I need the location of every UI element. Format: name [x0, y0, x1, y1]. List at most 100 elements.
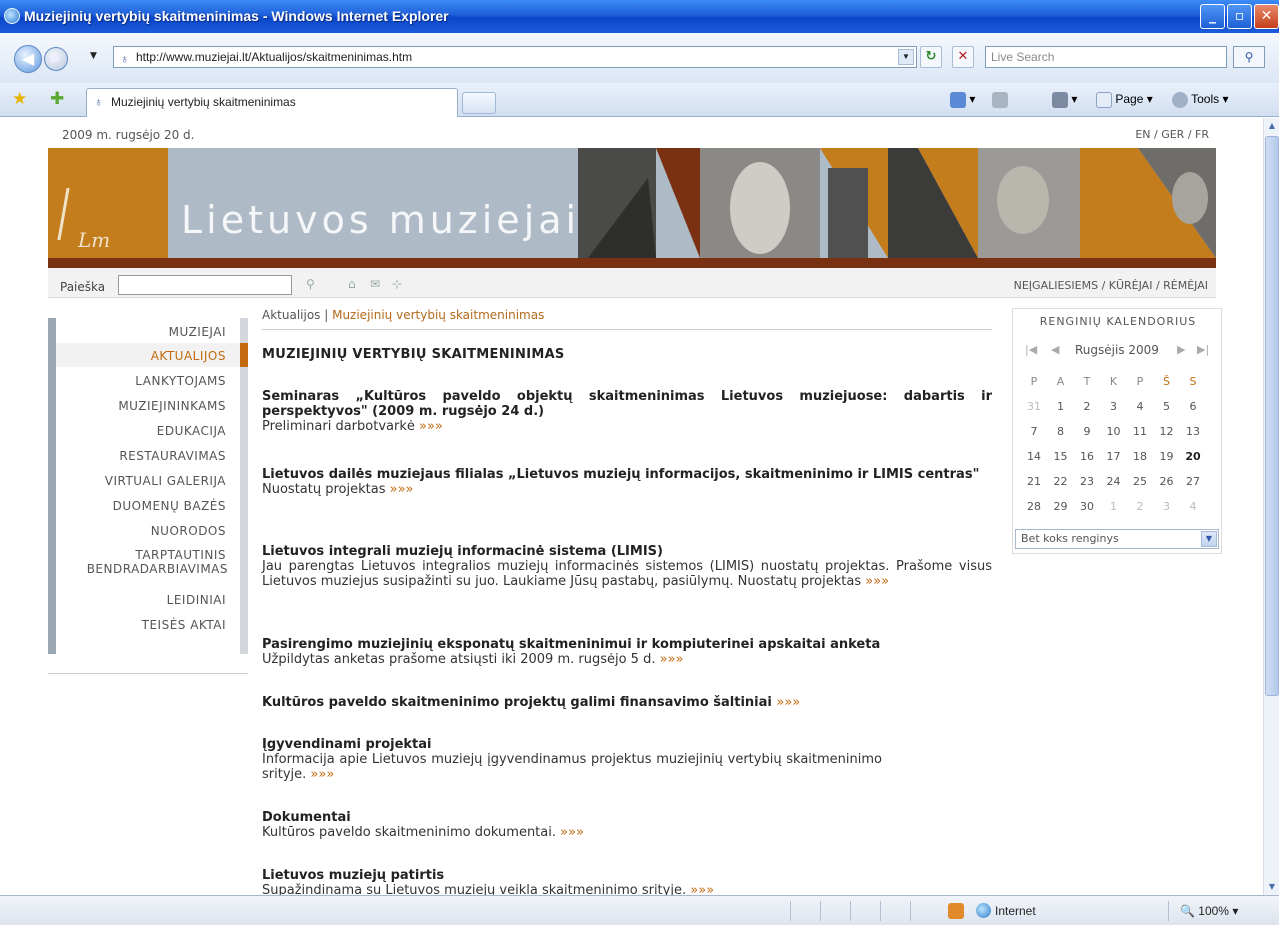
calendar-prev-icon[interactable]: ◀: [1051, 343, 1059, 356]
sidebar-item-duomenu-bazes[interactable]: DUOMENŲ BAZĖS: [113, 499, 226, 513]
calendar-day[interactable]: 3: [1154, 496, 1180, 518]
calendar-day[interactable]: 31: [1021, 396, 1047, 418]
more-link[interactable]: »»»: [310, 767, 334, 782]
calendar-day[interactable]: 23: [1074, 471, 1100, 493]
chevron-down-icon[interactable]: ▼: [1201, 531, 1217, 547]
calendar-day[interactable]: 4: [1180, 496, 1206, 518]
sidebar-item-muziejai[interactable]: MUZIEJAI: [169, 325, 226, 339]
calendar-day[interactable]: 20: [1180, 446, 1206, 468]
sidebar-item-muziejininkams[interactable]: MUZIEJININKAMS: [118, 399, 226, 413]
live-search-input[interactable]: Live Search: [985, 46, 1227, 68]
calendar-day[interactable]: 2: [1074, 396, 1100, 418]
sidebar-item-edukacija[interactable]: EDUKACIJA: [157, 424, 226, 438]
sidebar-item-nuorodos[interactable]: NUORODOS: [151, 524, 226, 538]
calendar-day[interactable]: 24: [1101, 471, 1127, 493]
calendar-day[interactable]: 5: [1154, 396, 1180, 418]
tab-active[interactable]: ♁ Muziejinių vertybių skaitmeninimas: [86, 88, 458, 117]
add-favorites-icon[interactable]: ✚: [50, 89, 64, 109]
calendar-day[interactable]: 19: [1154, 446, 1180, 468]
sitemap-icon[interactable]: ⊹: [392, 277, 402, 291]
search-button[interactable]: ⚲: [1233, 46, 1265, 68]
calendar-day[interactable]: 25: [1127, 471, 1153, 493]
calendar-day[interactable]: 18: [1127, 446, 1153, 468]
sidebar-item-bendradarbiavimas[interactable]: BENDRADARBIAVIMAS: [87, 562, 228, 576]
favorites-star-icon[interactable]: ★: [12, 89, 27, 109]
maximize-button[interactable]: ▫: [1227, 4, 1252, 29]
stop-button[interactable]: ✕: [952, 46, 974, 68]
calendar-day[interactable]: 27: [1180, 471, 1206, 493]
calendar-day[interactable]: 17: [1101, 446, 1127, 468]
sidebar-item-aktualijos[interactable]: AKTUALIJOS: [151, 349, 226, 363]
sidebar-item-virtuali-galerija[interactable]: VIRTUALI GALERIJA: [105, 474, 226, 488]
more-link[interactable]: »»»: [865, 574, 889, 589]
scroll-down-icon[interactable]: ▼: [1265, 879, 1279, 895]
calendar-day[interactable]: 9: [1074, 421, 1100, 443]
tools-menu[interactable]: Tools ▾: [1172, 92, 1229, 108]
article-limis: Lietuvos integrali muziejų informacinė s…: [262, 544, 992, 589]
back-button[interactable]: ◀: [14, 45, 42, 73]
scroll-up-icon[interactable]: ▲: [1265, 118, 1279, 134]
address-dropdown-icon[interactable]: ▼: [898, 49, 914, 65]
calendar-day[interactable]: 12: [1154, 421, 1180, 443]
language-links[interactable]: EN / GER / FR: [1135, 128, 1209, 141]
print-button[interactable]: ▾: [1052, 92, 1077, 108]
calendar-day[interactable]: 16: [1074, 446, 1100, 468]
print-icon: [1052, 92, 1068, 108]
calendar-day[interactable]: 21: [1021, 471, 1047, 493]
home-icon: [950, 92, 966, 108]
home-icon[interactable]: ⌂: [348, 277, 356, 291]
more-link[interactable]: »»»: [660, 652, 684, 667]
calendar-day[interactable]: 30: [1074, 496, 1100, 518]
calendar-last-icon[interactable]: ▶|: [1197, 343, 1209, 356]
more-link[interactable]: »»»: [419, 419, 443, 434]
breadcrumb-home[interactable]: Aktualijos: [262, 308, 320, 322]
calendar-day[interactable]: 2: [1127, 496, 1153, 518]
calendar-day[interactable]: 1: [1101, 496, 1127, 518]
forward-button[interactable]: ▶: [44, 47, 68, 71]
feeds-button[interactable]: [992, 92, 1008, 108]
sidebar-item-lankytojams[interactable]: LANKYTOJAMS: [135, 374, 226, 388]
close-button[interactable]: ✕: [1254, 4, 1279, 29]
sidebar-item-restauravimas[interactable]: RESTAURAVIMAS: [119, 449, 226, 463]
event-type-select[interactable]: Bet koks renginys ▼: [1015, 529, 1219, 549]
mail-icon[interactable]: ✉: [370, 277, 380, 291]
calendar-first-icon[interactable]: |◀: [1025, 343, 1037, 356]
history-dropdown-icon[interactable]: ▼: [90, 51, 97, 61]
calendar-day[interactable]: 6: [1180, 396, 1206, 418]
calendar-day[interactable]: 7: [1021, 421, 1047, 443]
zoom-level[interactable]: 🔍 100% ▾: [1180, 904, 1238, 918]
calendar-day[interactable]: 14: [1021, 446, 1047, 468]
calendar-day[interactable]: 8: [1048, 421, 1074, 443]
calendar-day[interactable]: 1: [1048, 396, 1074, 418]
page-scrollbar[interactable]: ▲ ▼: [1263, 118, 1279, 895]
calendar-day[interactable]: 3: [1101, 396, 1127, 418]
calendar-day[interactable]: 22: [1048, 471, 1074, 493]
more-link[interactable]: »»»: [690, 883, 714, 895]
more-link[interactable]: »»»: [776, 695, 800, 710]
address-bar[interactable]: ♁ http://www.muziejai.lt/Aktualijos/skai…: [113, 46, 917, 68]
calendar-day[interactable]: 11: [1127, 421, 1153, 443]
scroll-thumb[interactable]: [1265, 136, 1279, 696]
minimize-button[interactable]: _: [1200, 4, 1225, 29]
calendar-day[interactable]: 29: [1048, 496, 1074, 518]
sidebar-item-leidiniai[interactable]: LEIDINIAI: [167, 593, 226, 607]
zoom-value: 100%: [1198, 904, 1229, 918]
sidebar-item-teises-aktai[interactable]: TEISĖS AKTAI: [142, 618, 226, 632]
calendar-day[interactable]: 4: [1127, 396, 1153, 418]
sidebar-item-tarptautinis[interactable]: TARPTAUTINIS: [135, 548, 226, 562]
more-link[interactable]: »»»: [390, 482, 414, 497]
home-button[interactable]: ▾: [950, 92, 975, 108]
more-link[interactable]: »»»: [560, 825, 584, 840]
top-links[interactable]: NEĮGALIESIEMS / KŪRĖJAI / RĖMĖJAI: [1014, 279, 1208, 292]
page-menu[interactable]: Page ▾: [1096, 92, 1153, 108]
calendar-day[interactable]: 13: [1180, 421, 1206, 443]
calendar-day[interactable]: 28: [1021, 496, 1047, 518]
calendar-day[interactable]: 26: [1154, 471, 1180, 493]
calendar-day[interactable]: 15: [1048, 446, 1074, 468]
calendar-next-icon[interactable]: ▶: [1177, 343, 1185, 356]
refresh-button[interactable]: ↻: [920, 46, 942, 68]
site-search-input[interactable]: [118, 275, 292, 295]
new-tab-button[interactable]: [462, 92, 496, 114]
search-magnifier-icon[interactable]: ⚲: [306, 277, 315, 291]
calendar-day[interactable]: 10: [1101, 421, 1127, 443]
